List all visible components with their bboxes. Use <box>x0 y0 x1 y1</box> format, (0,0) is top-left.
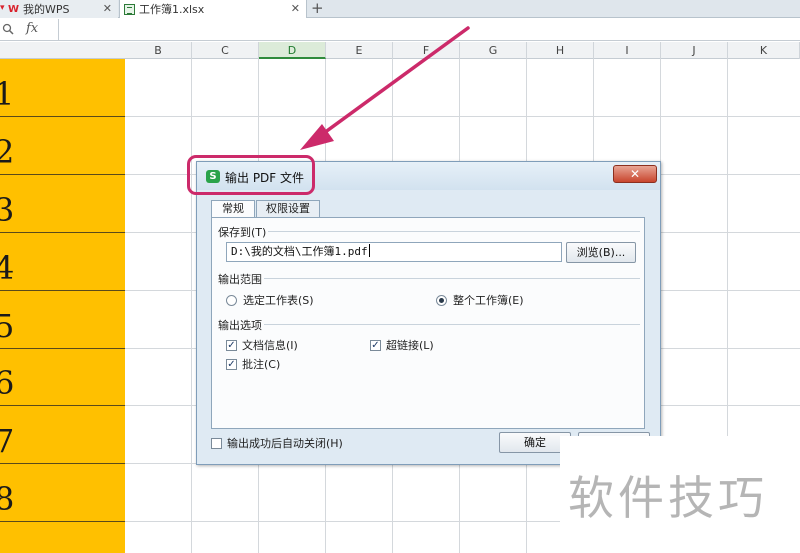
tab-my-wps[interactable]: ▾ W 我的WPS ✕ <box>0 0 118 18</box>
grid-line <box>191 59 192 553</box>
tab-workbook[interactable]: 工作簿1.xlsx ✕ <box>119 0 307 18</box>
column-header-d[interactable]: D <box>259 42 326 59</box>
spreadsheet-file-icon <box>124 3 135 15</box>
close-button[interactable]: ✕ <box>613 165 657 183</box>
row-divider <box>0 521 125 522</box>
checkbox-checked-icon[interactable]: ✓ <box>370 339 381 351</box>
checkbox-checked-icon[interactable]: ✓ <box>226 358 237 370</box>
group-divider <box>218 278 640 279</box>
function-icon[interactable]: fx <box>26 21 38 36</box>
tab-permissions[interactable]: 权限设置 <box>256 200 320 218</box>
formula-bar: fx <box>0 19 800 41</box>
watermark-text: 软件技巧 <box>568 471 768 525</box>
export-pdf-dialog: S 输出 PDF 文件 ✕ 常规 权限设置 保存到(T) D:\我的文档\工作簿… <box>196 161 661 465</box>
checkbox-hyperlinks[interactable]: ✓ 超链接(L) <box>370 337 434 353</box>
tab-label: 工作簿1.xlsx <box>139 3 205 16</box>
text-caret <box>368 244 370 257</box>
radio-whole-workbook[interactable]: 整个工作簿(E) <box>436 292 524 308</box>
screenshot-root: ▾ W 我的WPS ✕ 工作簿1.xlsx ✕ + fx B C D E F G… <box>0 0 800 553</box>
row-divider <box>0 348 125 349</box>
zoom-icon[interactable] <box>2 23 14 35</box>
option-label: 选定工作表(S) <box>243 294 314 307</box>
tab-close-icon[interactable]: ✕ <box>291 2 300 15</box>
column-header-k[interactable]: K <box>728 42 800 59</box>
column-header-f[interactable]: F <box>393 42 460 59</box>
column-header-h[interactable]: H <box>527 42 594 59</box>
radio-selected-sheets[interactable]: 选定工作表(S) <box>226 292 314 308</box>
row-number: 7 <box>0 422 15 460</box>
checkbox-doc-info[interactable]: ✓ 文档信息(I) <box>226 337 298 353</box>
row-divider <box>0 463 125 464</box>
column-header-row: B C D E F G H I J K <box>0 42 800 59</box>
checkbox-auto-close[interactable]: 输出成功后自动关闭(H) <box>211 435 343 451</box>
column-header-e[interactable]: E <box>326 42 393 59</box>
tab-bar: ▾ W 我的WPS ✕ 工作簿1.xlsx ✕ + <box>0 0 800 18</box>
group-divider <box>218 324 640 325</box>
output-options-label: 输出选项 <box>218 317 264 333</box>
checkbox-unchecked-icon[interactable] <box>211 437 222 449</box>
tab-close-icon[interactable]: ✕ <box>103 2 112 15</box>
row-divider <box>0 232 125 233</box>
radio-unchecked-icon[interactable] <box>226 294 237 306</box>
output-range-label: 输出范围 <box>218 271 264 287</box>
row-divider <box>0 290 125 291</box>
group-divider <box>218 231 640 232</box>
row-divider <box>0 405 125 406</box>
option-label: 批注(C) <box>242 358 281 371</box>
row-number: 3 <box>0 191 15 229</box>
option-label: 输出成功后自动关闭(H) <box>227 437 343 450</box>
column-header-g[interactable]: G <box>460 42 527 59</box>
column-header-j[interactable]: J <box>661 42 728 59</box>
row-divider <box>0 116 125 117</box>
annotation-highlight-box <box>187 155 315 195</box>
checkbox-comments[interactable]: ✓ 批注(C) <box>226 356 280 372</box>
row-number: 8 <box>0 480 15 518</box>
formula-bar-divider <box>58 19 59 41</box>
row-divider <box>0 174 125 175</box>
row-number: 2 <box>0 133 15 171</box>
option-label: 超链接(L) <box>386 339 434 352</box>
column-header-b[interactable]: B <box>125 42 192 59</box>
dropdown-marker-icon[interactable]: ▾ <box>0 4 6 13</box>
browse-button[interactable]: 浏览(B)... <box>566 242 636 263</box>
option-label: 整个工作簿(E) <box>453 294 524 307</box>
option-label: 文档信息(I) <box>242 339 298 352</box>
radio-checked-icon[interactable] <box>436 294 447 306</box>
save-path-input[interactable]: D:\我的文档\工作簿1.pdf <box>226 242 562 262</box>
general-panel: 保存到(T) D:\我的文档\工作簿1.pdf 浏览(B)... 输出范围 选定… <box>211 217 645 429</box>
row-number: 6 <box>0 364 15 402</box>
checkbox-checked-icon[interactable]: ✓ <box>226 339 237 351</box>
tab-label: 我的WPS <box>23 3 70 16</box>
new-tab-button[interactable]: + <box>311 0 324 17</box>
row-number: 1 <box>0 75 15 113</box>
highlighted-column-a[interactable]: 1 2 3 4 5 6 7 8 <box>0 59 125 553</box>
row-number: 4 <box>0 249 15 287</box>
row-number: 5 <box>0 307 15 345</box>
column-header-i[interactable]: I <box>594 42 661 59</box>
column-header-c[interactable]: C <box>192 42 259 59</box>
save-path-value: D:\我的文档\工作簿1.pdf <box>231 245 368 258</box>
save-to-label: 保存到(T) <box>218 224 269 240</box>
wps-logo-icon: W <box>7 3 20 15</box>
